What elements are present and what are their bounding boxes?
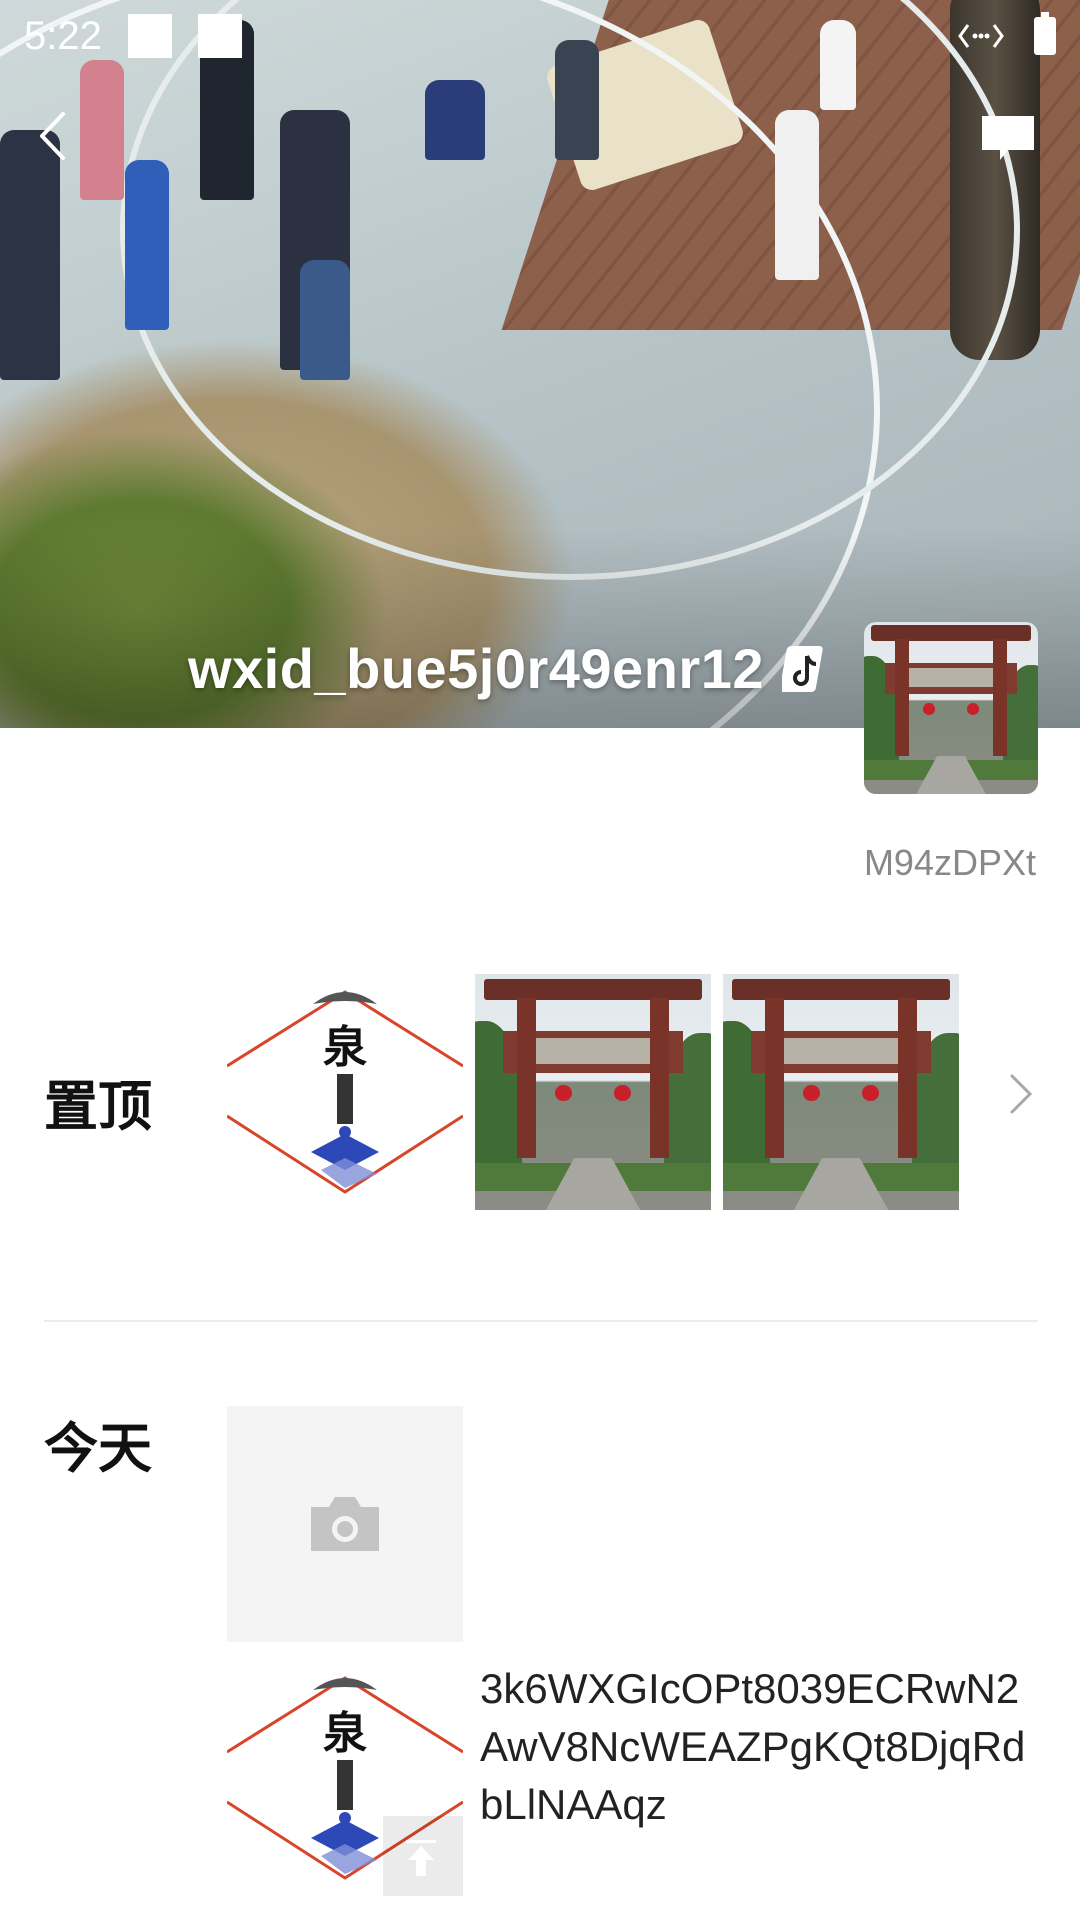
gate-photo <box>475 974 711 1210</box>
cover-person <box>300 260 350 380</box>
message-icon <box>982 116 1034 160</box>
cover-person <box>125 160 169 330</box>
cover-person <box>425 80 485 160</box>
username-row: wxid_bue5j0r49enr12 <box>188 636 830 701</box>
message-button[interactable] <box>980 114 1036 162</box>
svg-text:泉: 泉 <box>323 1022 367 1073</box>
chevron-right-icon[interactable] <box>1006 1072 1036 1116</box>
camera-icon <box>311 1497 379 1551</box>
notification-icon <box>127 14 172 58</box>
new-post-button[interactable] <box>227 1406 463 1642</box>
back-button[interactable] <box>30 108 74 164</box>
signal-arrows-icon <box>958 24 1004 48</box>
status-time: 5:22 <box>24 13 102 58</box>
gate-photo <box>864 622 1038 794</box>
signature: M94zDPXt <box>863 842 1036 883</box>
cover-photo[interactable] <box>0 0 1080 728</box>
notification-icon <box>197 14 242 58</box>
status-bar: 5:22 <box>0 0 1080 72</box>
avatar[interactable] <box>864 622 1038 794</box>
pinned-post-logo[interactable]: 泉 <box>227 974 463 1210</box>
username: wxid_bue5j0r49enr12 <box>187 637 764 700</box>
cover-person <box>0 130 60 380</box>
cover-person <box>775 110 819 280</box>
logo-image: 泉 <box>227 974 463 1210</box>
svg-text:泉: 泉 <box>323 1708 367 1759</box>
upload-icon <box>406 1840 436 1876</box>
chevron-left-icon <box>40 112 65 160</box>
tiktok-icon[interactable] <box>782 642 830 696</box>
pinned-post-photo[interactable] <box>723 974 959 1210</box>
battery-icon <box>1034 12 1056 55</box>
today-section-label: 今天 <box>44 1417 152 1480</box>
pinned-post-photo[interactable] <box>475 974 711 1210</box>
cover-person <box>80 60 124 200</box>
pinned-section-label: 置顶 <box>44 1075 152 1138</box>
post-text[interactable]: 3k6WXGIcOPt8039ECRwN2AwV8NcWEAZPgKQt8Djq… <box>480 1660 1040 1834</box>
gate-photo <box>723 974 959 1210</box>
section-divider <box>44 1320 1038 1322</box>
